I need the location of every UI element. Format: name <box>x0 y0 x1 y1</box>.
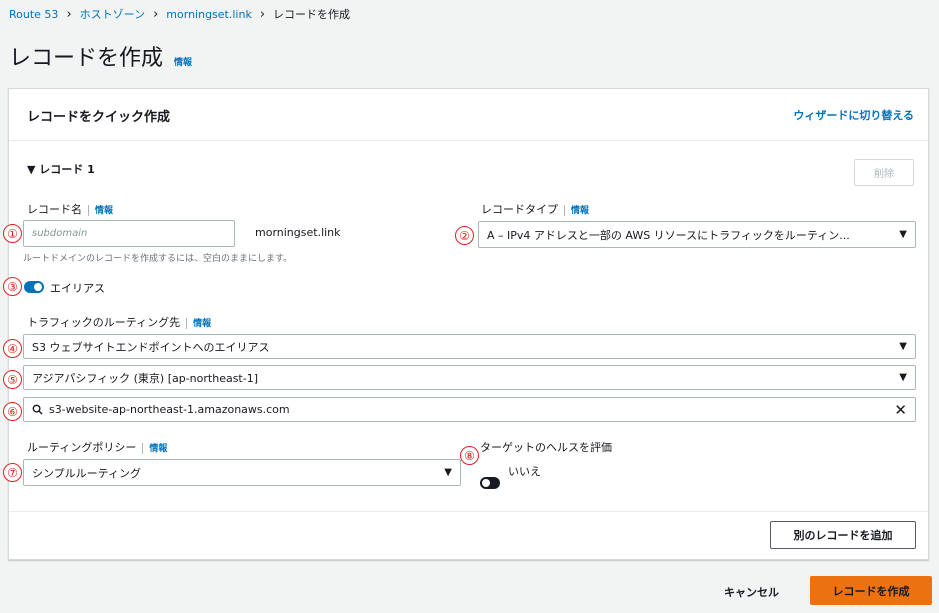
health-toggle[interactable] <box>480 477 500 489</box>
alias-label: エイリアス <box>50 282 105 295</box>
record-type-label: レコードタイプ 情報 <box>481 201 589 217</box>
record-type-select[interactable]: A – IPv4 アドレスと一部の AWS リソースにトラフィックをルーティン.… <box>478 221 916 248</box>
routing-policy-info-link[interactable]: 情報 <box>149 444 167 454</box>
breadcrumb-hosted-zones[interactable]: ホストゾーン <box>80 6 145 22</box>
routing-policy-select[interactable]: シンプルルーティング ▼ <box>23 459 461 486</box>
record-name-input[interactable]: subdomain <box>23 220 235 247</box>
breadcrumb: Route 53 › ホストゾーン › morningset.link › レコ… <box>9 6 350 22</box>
quick-create-panel: レコードをクイック作成 ウィザードに切り替える ▼ レコード 1 削除 レコード… <box>3 88 929 560</box>
marker-5: ⑤ <box>3 370 22 389</box>
divider <box>88 204 89 216</box>
routing-policy-label: ルーティングポリシー 情報 <box>27 439 167 455</box>
search-icon <box>32 404 43 415</box>
record-section-toggle[interactable]: ▼ レコード 1 <box>27 161 95 177</box>
chevron-right-icon: › <box>66 6 72 22</box>
routing-policy-label-text: ルーティングポリシー <box>27 441 137 454</box>
marker-1: ① <box>3 224 22 243</box>
cancel-button[interactable]: キャンセル <box>724 584 779 600</box>
chevron-right-icon: › <box>153 6 159 22</box>
endpoint-search-input[interactable]: s3-website-ap-northeast-1.amazonaws.com … <box>23 397 916 422</box>
caret-down-icon: ▼ <box>444 467 452 478</box>
record-type-label-text: レコードタイプ <box>481 203 558 216</box>
routing-target-label: トラフィックのルーティング先 情報 <box>27 314 211 330</box>
caret-down-icon: ▼ <box>899 229 907 240</box>
record-type-info-link[interactable]: 情報 <box>571 206 589 216</box>
caret-down-icon: ▼ <box>899 341 907 352</box>
record-name-suffix: morningset.link <box>255 226 341 239</box>
alias-toggle[interactable] <box>24 281 44 293</box>
chevron-right-icon: › <box>259 6 266 22</box>
delete-button[interactable]: 削除 <box>854 159 914 186</box>
toggle-knob <box>482 479 490 487</box>
endpoint-search-value: s3-website-ap-northeast-1.amazonaws.com <box>49 403 290 416</box>
marker-4: ④ <box>3 339 22 358</box>
divider <box>142 442 144 454</box>
endpoint-value: S3 ウェブサイトエンドポイントへのエイリアス <box>32 340 270 354</box>
region-select[interactable]: アジアパシフィック (東京) [ap-northeast-1] ▼ <box>23 365 916 390</box>
routing-policy-value: シンプルルーティング <box>32 466 142 480</box>
panel-divider <box>9 511 928 512</box>
record-name-label-text: レコード名 <box>27 203 82 216</box>
marker-3: ③ <box>3 277 22 296</box>
page-title-text: レコードを作成 <box>9 46 164 71</box>
routing-target-info-link[interactable]: 情報 <box>193 319 211 329</box>
marker-8: ⑧ <box>460 446 479 465</box>
marker-7: ⑦ <box>3 463 22 482</box>
add-record-button[interactable]: 別のレコードを追加 <box>770 521 916 549</box>
switch-to-wizard-link[interactable]: ウィザードに切り替える <box>793 107 914 123</box>
divider <box>564 204 565 216</box>
record-name-info-link[interactable]: 情報 <box>95 206 113 216</box>
create-record-button[interactable]: レコードを作成 <box>810 576 932 605</box>
health-label: ターゲットのヘルスを評価 <box>480 441 612 454</box>
caret-down-icon: ▼ <box>899 372 907 383</box>
panel-title: レコードをクイック作成 <box>27 110 171 125</box>
region-value: アジアパシフィック (東京) [ap-northeast-1] <box>32 371 258 385</box>
breadcrumb-current: レコードを作成 <box>273 8 351 21</box>
endpoint-select[interactable]: S3 ウェブサイトエンドポイントへのエイリアス ▼ <box>23 334 916 359</box>
panel-header: レコードをクイック作成 ウィザードに切り替える <box>9 89 928 141</box>
record-name-hint: ルートドメインのレコードを作成するには、空白のままにします。 <box>23 254 293 264</box>
marker-6: ⑥ <box>3 402 22 421</box>
page-title: レコードを作成 情報 <box>9 40 192 72</box>
record-name-label: レコード名 情報 <box>27 201 113 217</box>
record-type-value: A – IPv4 アドレスと一部の AWS リソースにトラフィックをルーティン.… <box>487 228 850 242</box>
page-info-link[interactable]: 情報 <box>174 58 192 68</box>
toggle-knob <box>34 283 42 291</box>
divider <box>186 317 188 329</box>
breadcrumb-route53[interactable]: Route 53 <box>9 8 58 21</box>
marker-2: ② <box>455 226 474 245</box>
health-value: いいえ <box>508 465 541 478</box>
record-name-placeholder: subdomain <box>32 228 88 239</box>
routing-target-label-text: トラフィックのルーティング先 <box>27 316 181 329</box>
breadcrumb-domain[interactable]: morningset.link <box>166 8 252 21</box>
clear-icon[interactable]: ✕ <box>894 401 907 419</box>
